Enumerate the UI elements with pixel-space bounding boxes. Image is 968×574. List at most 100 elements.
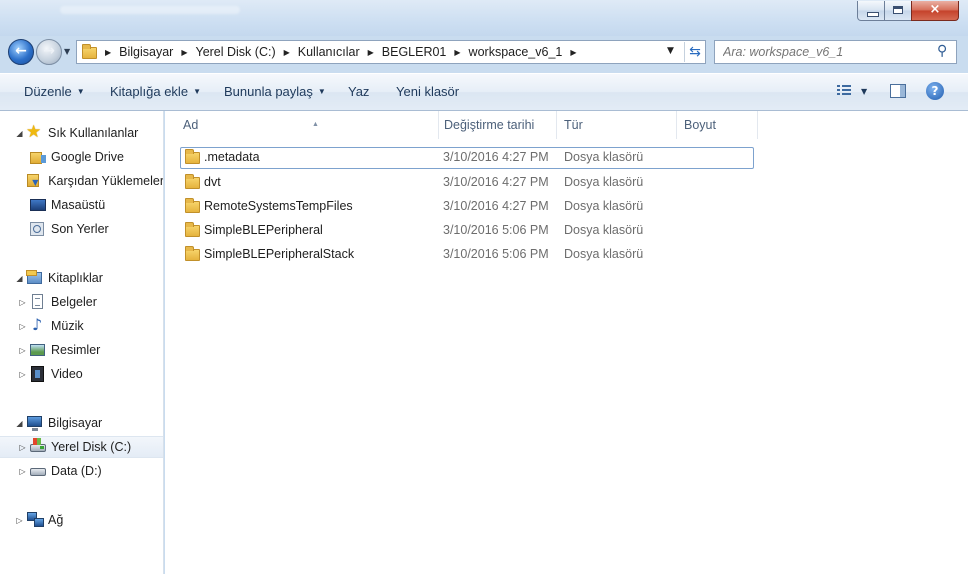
recent-places-icon [30, 221, 46, 237]
search-icon[interactable]: ⚲ [937, 43, 947, 59]
nav-item-downloads[interactable]: Karşıdan Yüklemeler [0, 170, 163, 192]
chevron-right-icon[interactable]: ▶ [282, 48, 292, 57]
nav-favorites[interactable]: ◢ ★ Sık Kullanılanlar [0, 122, 163, 144]
nav-item-documents[interactable]: ▷ Belgeler [0, 291, 163, 313]
forward-button[interactable]: → [36, 39, 62, 65]
maximize-icon [893, 6, 903, 14]
nav-item-recent-places[interactable]: Son Yerler [0, 218, 163, 240]
network-icon [27, 512, 44, 528]
nav-computer[interactable]: ◢ Bilgisayar [0, 412, 163, 434]
documents-icon [30, 294, 46, 310]
table-row[interactable]: .metadata 3/10/2016 4:27 PM Dosya klasör… [180, 147, 754, 169]
nav-libraries[interactable]: ◢ Kitaplıklar [0, 267, 163, 289]
view-options-icon[interactable] [837, 85, 851, 97]
column-header-name[interactable]: Ad ▲ [175, 111, 439, 139]
burn-button[interactable]: Yaz [348, 84, 369, 99]
column-header-type-label: Tür [564, 118, 583, 132]
crumb-local-disk[interactable]: Yerel Disk (C:) [190, 45, 282, 59]
title-ghost [60, 6, 240, 14]
expanded-arrow-icon[interactable]: ◢ [15, 129, 24, 138]
expanded-arrow-icon[interactable]: ◢ [15, 419, 24, 428]
file-date: 3/10/2016 5:06 PM [443, 223, 549, 237]
folder-icon [82, 44, 98, 61]
table-row[interactable]: dvt 3/10/2016 4:27 PM Dosya klasörü [180, 172, 754, 194]
collapsed-arrow-icon[interactable]: ▷ [18, 298, 27, 307]
refresh-button[interactable]: ⇆ [684, 42, 705, 62]
include-in-library-button[interactable]: Kitaplığa ekle ▼ [110, 84, 201, 99]
nav-item-google-drive[interactable]: Google Drive [0, 146, 163, 168]
chevron-right-icon[interactable]: ▶ [179, 48, 189, 57]
maximize-button[interactable] [884, 1, 912, 21]
nav-item-pictures[interactable]: ▷ Resimler [0, 339, 163, 361]
table-row[interactable]: SimpleBLEPeripheralStack 3/10/2016 5:06 … [180, 244, 754, 266]
search-input[interactable] [721, 44, 925, 60]
nav-item-data-d[interactable]: ▷ Data (D:) [0, 460, 163, 482]
column-header-type[interactable]: Tür [556, 111, 677, 139]
table-row[interactable]: SimpleBLEPeripheral 3/10/2016 5:06 PM Do… [180, 220, 754, 242]
chevron-right-icon[interactable]: ▶ [366, 48, 376, 57]
organize-label: Düzenle [24, 84, 72, 99]
file-date: 3/10/2016 4:27 PM [443, 175, 549, 189]
nav-libraries-label: Kitaplıklar [48, 271, 103, 285]
file-type: Dosya klasörü [564, 247, 644, 261]
collapsed-arrow-icon[interactable]: ▷ [15, 516, 24, 525]
new-folder-button[interactable]: Yeni klasör [396, 84, 459, 99]
nav-network[interactable]: ▷ Ağ [0, 509, 163, 531]
view-options-dropdown[interactable]: ▼ [861, 87, 867, 96]
minimize-icon [867, 12, 879, 17]
new-folder-label: Yeni klasör [396, 84, 460, 99]
collapsed-arrow-icon[interactable]: ▷ [18, 346, 27, 355]
crumb-user[interactable]: BEGLER01 [376, 45, 453, 59]
system-drive-icon [30, 438, 46, 455]
folder-icon [185, 246, 201, 263]
column-header-size[interactable]: Boyut [676, 111, 758, 139]
nav-item-local-disk-c[interactable]: ▷ Yerel Disk (C:) [0, 436, 163, 458]
nav-item-desktop[interactable]: Masaüstü [0, 194, 163, 216]
folder-icon [185, 198, 201, 215]
recent-pages-button[interactable]: ▼ [64, 47, 70, 56]
chevron-right-icon[interactable]: ▶ [103, 48, 113, 57]
file-name: SimpleBLEPeripheral [204, 223, 323, 237]
nav-item-videos[interactable]: ▷ Video [0, 363, 163, 385]
chevron-down-icon: ▼ [193, 87, 201, 96]
minimize-button[interactable] [857, 1, 885, 21]
music-icon: ♪ [32, 315, 43, 334]
command-bar: Düzenle ▼ Kitaplığa ekle ▼ Bununla paylaş ▼… [0, 73, 968, 111]
star-icon: ★ [26, 122, 42, 142]
table-row[interactable]: RemoteSystemsTempFiles 3/10/2016 4:27 PM… [180, 196, 754, 218]
column-header-date[interactable]: Değiştirme tarihi [436, 111, 557, 139]
nav-item-label: Belgeler [51, 295, 97, 309]
nav-item-label: Data (D:) [51, 464, 102, 478]
explorer-window: × ← → ▼ ▶ Bilgisayar ▶ Yerel Disk (C:) ▶… [0, 0, 968, 574]
address-bar[interactable]: ▶ Bilgisayar ▶ Yerel Disk (C:) ▶ Kullanı… [76, 40, 706, 64]
search-box[interactable]: ⚲ [714, 40, 957, 64]
nav-computer-label: Bilgisayar [48, 416, 103, 430]
navigation-pane: ◢ ★ Sık Kullanılanlar Google Drive Karşı… [0, 111, 164, 574]
close-button[interactable]: × [911, 1, 959, 21]
nav-item-label: Resimler [51, 343, 101, 357]
collapsed-arrow-icon[interactable]: ▷ [18, 443, 27, 452]
folder-icon [185, 149, 201, 166]
include-in-library-label: Kitaplığa ekle [110, 84, 189, 99]
chevron-right-icon[interactable]: ▶ [452, 48, 462, 57]
expanded-arrow-icon[interactable]: ◢ [15, 274, 24, 283]
crumb-workspace[interactable]: workspace_v6_1 [463, 45, 569, 59]
file-date: 3/10/2016 4:27 PM [443, 150, 549, 164]
crumb-users[interactable]: Kullanıcılar [292, 45, 366, 59]
back-button[interactable]: ← [8, 39, 34, 65]
video-icon [30, 366, 46, 382]
address-history-dropdown[interactable]: ▼ [667, 46, 674, 56]
collapsed-arrow-icon[interactable]: ▷ [18, 322, 27, 331]
collapsed-arrow-icon[interactable]: ▷ [18, 467, 27, 476]
crumb-computer[interactable]: Bilgisayar [113, 45, 179, 59]
collapsed-arrow-icon[interactable]: ▷ [18, 370, 27, 379]
column-header-name-label: Ad [183, 118, 199, 132]
nav-item-music[interactable]: ▷ ♪ Müzik [0, 315, 163, 337]
chevron-right-icon[interactable]: ▶ [568, 48, 578, 57]
share-with-button[interactable]: Bununla paylaş ▼ [224, 84, 326, 99]
nav-item-label: Son Yerler [51, 222, 109, 236]
help-button[interactable]: ? [926, 82, 944, 100]
preview-pane-button[interactable] [890, 84, 906, 98]
file-name: dvt [204, 175, 221, 189]
organize-button[interactable]: Düzenle ▼ [24, 84, 85, 99]
